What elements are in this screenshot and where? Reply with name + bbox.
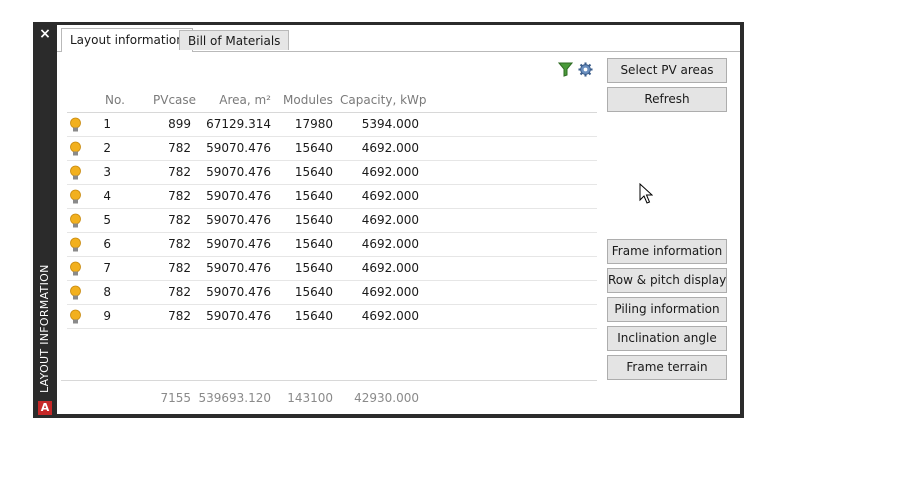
tab-bar: Layout information Bill of Materials (57, 25, 740, 52)
cell-modules: 15640 (294, 165, 333, 179)
cell-area: 59070.476 (206, 189, 271, 203)
cell-capacity: 4692.000 (361, 213, 419, 227)
cell-pvcase: 782 (168, 237, 191, 251)
frame-terrain-button[interactable]: Frame terrain (607, 355, 727, 380)
cell-capacity: 4692.000 (361, 309, 419, 323)
cell-no: 1 (103, 117, 111, 131)
cell-no: 6 (103, 237, 111, 251)
lightbulb-icon[interactable] (69, 141, 82, 157)
cell-pvcase: 782 (168, 165, 191, 179)
refresh-button[interactable]: Refresh (607, 87, 727, 112)
table-row[interactable]: 8 782 59070.476 15640 4692.000 (67, 281, 597, 305)
column-header-pvcase[interactable]: PVcase (153, 88, 196, 112)
table-row[interactable]: 4 782 59070.476 15640 4692.000 (67, 185, 597, 209)
cell-pvcase: 782 (168, 189, 191, 203)
cell-no: 5 (103, 213, 111, 227)
cell-area: 59070.476 (206, 165, 271, 179)
tab-bill-of-materials[interactable]: Bill of Materials (179, 30, 290, 50)
lightbulb-icon[interactable] (69, 117, 82, 133)
lightbulb-icon[interactable] (69, 237, 82, 253)
piling-information-button[interactable]: Piling information (607, 297, 727, 322)
autocad-logo-icon[interactable]: A (38, 401, 52, 415)
row-pitch-display-button[interactable]: Row & pitch display (607, 268, 727, 293)
cell-no: 7 (103, 261, 111, 275)
total-modules: 143100 (287, 391, 333, 405)
lightbulb-icon[interactable] (69, 261, 82, 277)
table-row[interactable]: 5 782 59070.476 15640 4692.000 (67, 209, 597, 233)
totals-divider (61, 380, 597, 381)
cell-area: 59070.476 (206, 237, 271, 251)
table-row[interactable]: 3 782 59070.476 15640 4692.000 (67, 161, 597, 185)
column-header-no[interactable]: No. (105, 88, 125, 112)
cell-pvcase: 899 (168, 117, 191, 131)
cell-modules: 15640 (294, 237, 333, 251)
cell-modules: 15640 (294, 261, 333, 275)
cell-no: 8 (103, 285, 111, 299)
cell-area: 59070.476 (206, 285, 271, 299)
frame-information-button[interactable]: Frame information (607, 239, 727, 264)
select-pv-areas-button[interactable]: Select PV areas (607, 58, 727, 83)
cell-modules: 15640 (294, 189, 333, 203)
lightbulb-icon[interactable] (69, 213, 82, 229)
lightbulb-icon[interactable] (69, 165, 82, 181)
total-capacity: 42930.000 (354, 391, 419, 405)
cell-capacity: 4692.000 (361, 261, 419, 275)
close-icon[interactable]: × (33, 24, 57, 44)
inclination-angle-button[interactable]: Inclination angle (607, 326, 727, 351)
layout-information-palette: × LAYOUT INFORMATION A Layout informatio… (33, 22, 744, 418)
cell-modules: 15640 (294, 309, 333, 323)
cell-no: 9 (103, 309, 111, 323)
cell-pvcase: 782 (168, 261, 191, 275)
lightbulb-icon[interactable] (69, 189, 82, 205)
tab-layout-information[interactable]: Layout information (61, 28, 193, 52)
filter-icon[interactable] (558, 62, 573, 77)
cell-pvcase: 782 (168, 213, 191, 227)
column-header-modules[interactable]: Modules (283, 88, 333, 112)
cell-modules: 15640 (294, 213, 333, 227)
cell-no: 4 (103, 189, 111, 203)
total-pvcase: 7155 (160, 391, 191, 405)
cell-capacity: 4692.000 (361, 165, 419, 179)
cell-area: 67129.314 (206, 117, 271, 131)
cell-capacity: 4692.000 (361, 189, 419, 203)
cell-area: 59070.476 (206, 309, 271, 323)
cell-pvcase: 782 (168, 285, 191, 299)
cell-area: 59070.476 (206, 213, 271, 227)
palette-sidebar[interactable]: × LAYOUT INFORMATION A (33, 22, 57, 418)
cell-no: 2 (103, 141, 111, 155)
table-row[interactable]: 1 899 67129.314 17980 5394.000 (67, 113, 597, 137)
table-row[interactable]: 9 782 59070.476 15640 4692.000 (67, 305, 597, 329)
table-row[interactable]: 7 782 59070.476 15640 4692.000 (67, 257, 597, 281)
cell-capacity: 4692.000 (361, 285, 419, 299)
cell-area: 59070.476 (206, 141, 271, 155)
palette-vertical-title: LAYOUT INFORMATION (38, 264, 51, 393)
cell-pvcase: 782 (168, 309, 191, 323)
gear-icon[interactable] (578, 62, 593, 77)
cell-pvcase: 782 (168, 141, 191, 155)
cell-area: 59070.476 (206, 261, 271, 275)
cell-capacity: 5394.000 (361, 117, 419, 131)
totals-row: 7155 539693.120 143100 42930.000 (67, 387, 597, 409)
column-header-area[interactable]: Area, m² (207, 88, 271, 112)
palette-content: Layout information Bill of Materials No.… (57, 25, 740, 414)
total-area: 539693.120 (198, 391, 271, 405)
cell-no: 3 (103, 165, 111, 179)
cell-capacity: 4692.000 (361, 237, 419, 251)
table-row[interactable]: 6 782 59070.476 15640 4692.000 (67, 233, 597, 257)
cell-modules: 17980 (294, 117, 333, 131)
cell-capacity: 4692.000 (361, 141, 419, 155)
column-header-capacity[interactable]: Capacity, kWp (340, 88, 427, 112)
mouse-cursor-icon (639, 183, 653, 204)
table-row[interactable]: 2 782 59070.476 15640 4692.000 (67, 137, 597, 161)
lightbulb-icon[interactable] (69, 285, 82, 301)
cell-modules: 15640 (294, 141, 333, 155)
lightbulb-icon[interactable] (69, 309, 82, 325)
cell-modules: 15640 (294, 285, 333, 299)
